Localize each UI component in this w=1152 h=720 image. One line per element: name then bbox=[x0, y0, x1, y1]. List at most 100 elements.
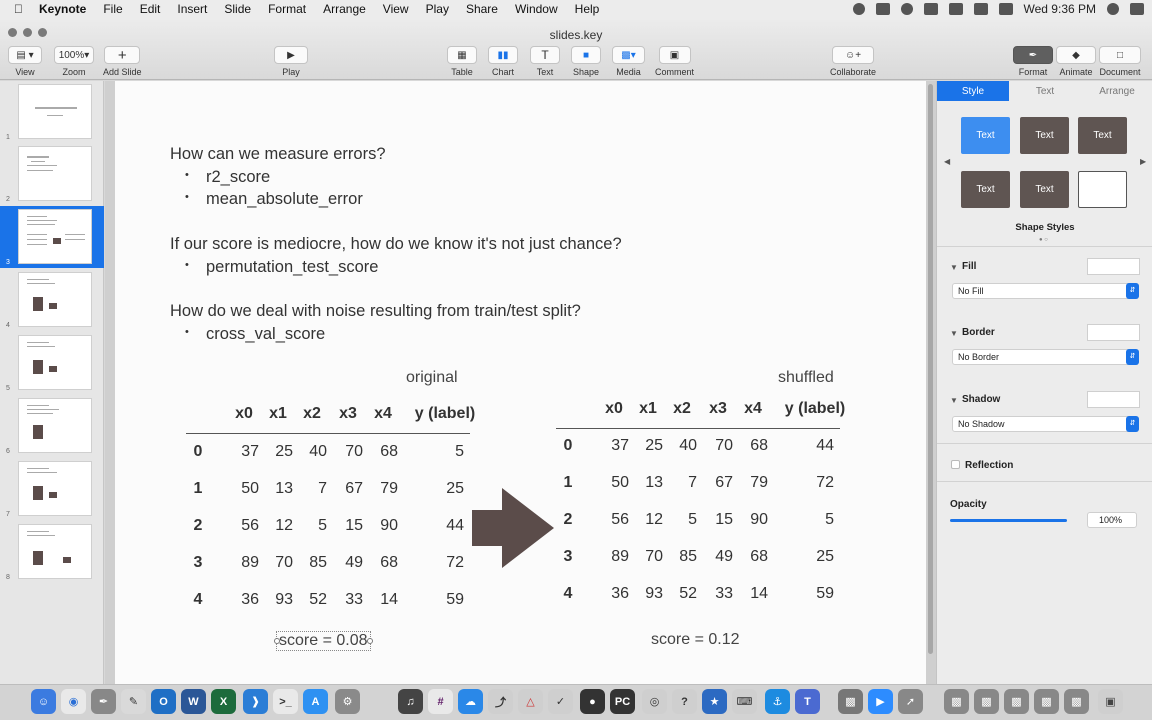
style-swatch-empty[interactable] bbox=[1078, 171, 1127, 208]
cloud-app-icon[interactable]: ☁ bbox=[458, 689, 483, 714]
help-icon[interactable]: ? bbox=[672, 689, 697, 714]
time-machine-icon[interactable] bbox=[900, 3, 913, 15]
excel-icon[interactable]: X bbox=[211, 689, 236, 714]
media-control[interactable]: ▩▾ Media bbox=[612, 46, 645, 77]
music-icon[interactable]: ♫ bbox=[398, 689, 423, 714]
view-button[interactable]: ▤ ▾ bbox=[8, 46, 42, 64]
menu-insert[interactable]: Insert bbox=[177, 2, 207, 16]
volume-icon[interactable] bbox=[973, 3, 988, 15]
shuffled-score[interactable]: score = 0.12 bbox=[651, 631, 740, 649]
acrobat-icon[interactable]: △ bbox=[518, 689, 543, 714]
steam-icon[interactable]: ◎ bbox=[642, 689, 667, 714]
slide-thumbnail-selected[interactable]: 3 bbox=[0, 206, 104, 268]
animate-button[interactable]: ◆ bbox=[1056, 46, 1096, 64]
vscode-icon[interactable]: ❱ bbox=[243, 689, 268, 714]
shape-control[interactable]: ■ Shape bbox=[571, 46, 601, 77]
bullet-mae[interactable]: • mean_absolute_error bbox=[185, 190, 363, 209]
slide-thumbnail[interactable]: 2 bbox=[0, 143, 104, 205]
shadow-select[interactable]: No Shadow ⇵ bbox=[952, 416, 1139, 432]
format-button[interactable]: ✒ bbox=[1013, 46, 1053, 64]
system-preferences-icon[interactable]: ⚙ bbox=[335, 689, 360, 714]
chart-control[interactable]: ▮▮ Chart bbox=[488, 46, 518, 77]
menu-slide[interactable]: Slide bbox=[224, 2, 251, 16]
question-noise[interactable]: How do we deal with noise resulting from… bbox=[170, 302, 581, 321]
app-store-icon[interactable]: A bbox=[303, 689, 328, 714]
menubar-clock[interactable]: Wed 9:36 PM bbox=[1024, 2, 1096, 16]
original-score[interactable]: score = 0.08 bbox=[274, 631, 372, 651]
style-swatch[interactable]: Text bbox=[1020, 117, 1069, 154]
menu-play[interactable]: Play bbox=[426, 2, 449, 16]
menu-file[interactable]: File bbox=[103, 2, 122, 16]
slide-thumbnail[interactable]: 8 bbox=[0, 521, 104, 583]
docker-icon[interactable]: ⚓ bbox=[765, 689, 790, 714]
slack-icon[interactable]: # bbox=[428, 689, 453, 714]
minimized-window-icon[interactable]: ▩ bbox=[974, 689, 999, 714]
disclosure-triangle-icon[interactable]: ▼ bbox=[950, 263, 958, 272]
slide-thumbnail[interactable]: 6 bbox=[0, 395, 104, 457]
style-swatch[interactable]: Text bbox=[961, 117, 1010, 154]
text-control[interactable]: T Text bbox=[530, 46, 560, 77]
reflection-checkbox[interactable] bbox=[951, 460, 960, 469]
canvas-scrollbar[interactable] bbox=[928, 84, 933, 654]
slide-canvas[interactable]: How can we measure errors? • r2_score • me… bbox=[105, 81, 936, 684]
comment-button[interactable]: ▣ bbox=[658, 46, 691, 64]
minimized-window-icon[interactable]: ▩ bbox=[1004, 689, 1029, 714]
record-icon[interactable] bbox=[852, 3, 865, 15]
animate-control[interactable]: ◆ Animate bbox=[1056, 46, 1096, 77]
opacity-slider[interactable] bbox=[950, 519, 1067, 522]
document-button[interactable]: □ bbox=[1099, 46, 1141, 64]
original-caption[interactable]: original bbox=[406, 369, 458, 387]
star-app-icon[interactable]: ★ bbox=[702, 689, 727, 714]
arrow-right-icon[interactable] bbox=[472, 488, 554, 568]
add-slide-button[interactable]: + bbox=[104, 46, 141, 64]
style-swatch[interactable]: Text bbox=[1078, 117, 1127, 154]
drawing-icon[interactable]: ⤴ bbox=[488, 689, 513, 714]
parallels-icon[interactable]: PC bbox=[610, 689, 635, 714]
battery-icon[interactable] bbox=[998, 3, 1013, 15]
slide-thumbnail[interactable]: 1 bbox=[0, 81, 104, 143]
media-button[interactable]: ▩▾ bbox=[612, 46, 645, 64]
bullet-cross-val[interactable]: • cross_val_score bbox=[185, 325, 325, 344]
notification-center-icon[interactable] bbox=[1130, 3, 1144, 15]
disclosure-triangle-icon[interactable]: ▼ bbox=[950, 329, 958, 338]
menu-window[interactable]: Window bbox=[515, 2, 558, 16]
shuffled-caption[interactable]: shuffled bbox=[778, 369, 834, 387]
opacity-field[interactable]: 100% bbox=[1087, 512, 1137, 528]
word-icon[interactable]: W bbox=[181, 689, 206, 714]
bullet-permutation[interactable]: • permutation_test_score bbox=[185, 258, 378, 277]
document-control[interactable]: □ Document bbox=[1099, 46, 1141, 77]
border-style-well[interactable] bbox=[1087, 324, 1140, 341]
trash-icon[interactable]: ▣ bbox=[1098, 689, 1123, 714]
slide-thumbnail[interactable]: 5 bbox=[0, 332, 104, 394]
cloud-icon[interactable] bbox=[875, 3, 890, 15]
fill-color-well[interactable] bbox=[1087, 258, 1140, 275]
current-slide[interactable]: How can we measure errors? • r2_score • me… bbox=[115, 81, 926, 684]
terminal-icon[interactable]: >_ bbox=[273, 689, 298, 714]
style-swatch[interactable]: Text bbox=[1020, 171, 1069, 208]
menu-format[interactable]: Format bbox=[268, 2, 306, 16]
minimized-window-icon[interactable]: ▩ bbox=[1034, 689, 1059, 714]
draw-tool-icon[interactable]: ✓ bbox=[548, 689, 573, 714]
play-control[interactable]: ▶ Play bbox=[274, 46, 308, 77]
shadow-style-well[interactable] bbox=[1087, 391, 1140, 408]
bluetooth-icon[interactable] bbox=[923, 3, 938, 15]
add-slide-control[interactable]: + Add Slide bbox=[103, 46, 142, 77]
next-styles-icon[interactable]: ▶ bbox=[1140, 157, 1146, 166]
zoom-app-icon[interactable]: ▶ bbox=[868, 689, 893, 714]
menu-view[interactable]: View bbox=[383, 2, 409, 16]
script-editor-icon[interactable]: ✒ bbox=[91, 689, 116, 714]
launchpad-icon[interactable]: ➚ bbox=[898, 689, 923, 714]
spotlight-icon[interactable] bbox=[1107, 3, 1119, 15]
menu-keynote[interactable]: Keynote bbox=[39, 2, 86, 16]
wifi-icon[interactable] bbox=[948, 3, 963, 15]
question-chance[interactable]: If our score is mediocre, how do we know… bbox=[170, 235, 622, 254]
teams-icon[interactable]: T bbox=[795, 689, 820, 714]
chart-button[interactable]: ▮▮ bbox=[488, 46, 518, 64]
zoom-control[interactable]: 100% ▾ Zoom bbox=[54, 46, 94, 77]
chrome-icon[interactable]: ◉ bbox=[61, 689, 86, 714]
finder-icon[interactable]: ☺ bbox=[31, 689, 56, 714]
outlook-icon[interactable]: O bbox=[151, 689, 176, 714]
fill-select[interactable]: No Fill ⇵ bbox=[952, 283, 1139, 299]
slide-thumbnail[interactable]: 4 bbox=[0, 269, 104, 331]
tab-style[interactable]: Style bbox=[937, 81, 1009, 101]
